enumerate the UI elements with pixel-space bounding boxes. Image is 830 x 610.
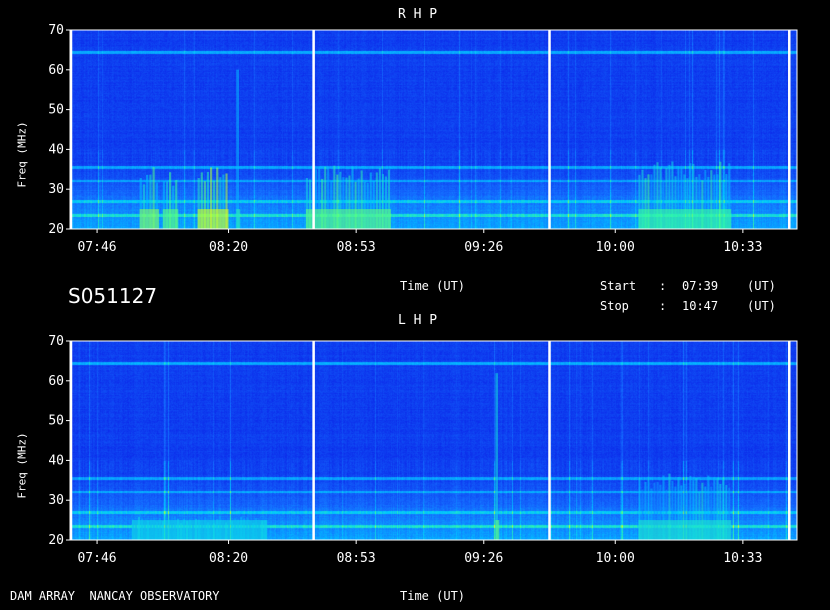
y-tick-label: 30: [48, 493, 64, 508]
stop-time-value: 10:47: [682, 299, 719, 313]
y-tick-label: 60: [48, 374, 64, 389]
x-tick-label: 09:26: [464, 551, 503, 566]
lhp-spectrogram-canvas: [70, 341, 797, 540]
x-tick-label: 10:00: [596, 240, 635, 255]
y-tick-label: 50: [48, 414, 64, 429]
start-label: Start: [600, 279, 637, 293]
start-unit: (UT): [747, 279, 776, 293]
x-tick-label: 10:33: [723, 240, 762, 255]
lhp-y-axis-label: Freq (MHz): [15, 432, 29, 499]
top-time-axis-label: Time (UT): [400, 279, 466, 293]
rhp-spectrogram-canvas: [70, 30, 797, 229]
y-tick-label: 50: [48, 103, 64, 118]
x-tick-label: 08:53: [337, 240, 376, 255]
rhp-y-axis-label: Freq (MHz): [15, 121, 29, 188]
observatory-label: DAM ARRAY NANCAY OBSERVATORY: [10, 589, 220, 603]
x-tick-label: 10:00: [596, 551, 635, 566]
start-colon: :: [659, 279, 667, 293]
y-tick-label: 40: [48, 453, 64, 468]
stop-label: Stop: [600, 299, 629, 313]
y-tick-label: 20: [48, 533, 64, 548]
y-tick-label: 30: [48, 182, 64, 197]
start-time-value: 07:39: [682, 279, 719, 293]
y-tick-label: 70: [48, 23, 64, 38]
x-tick-label: 09:26: [464, 240, 503, 255]
x-tick-label: 08:53: [337, 551, 376, 566]
x-tick-label: 07:46: [77, 240, 116, 255]
rhp-panel-title: R H P: [398, 7, 438, 22]
x-tick-label: 07:46: [77, 551, 116, 566]
stop-colon: :: [659, 299, 667, 313]
bottom-time-axis-label: Time (UT): [400, 589, 466, 603]
x-tick-label: 10:33: [723, 551, 762, 566]
session-id: S051127: [68, 284, 158, 308]
x-tick-label: 08:20: [209, 551, 248, 566]
x-tick-label: 08:20: [209, 240, 248, 255]
lhp-spectrogram: [70, 341, 797, 540]
stop-unit: (UT): [747, 299, 776, 313]
lhp-panel-title: L H P: [398, 313, 438, 328]
y-tick-label: 60: [48, 63, 64, 78]
y-tick-label: 20: [48, 222, 64, 237]
y-tick-label: 40: [48, 142, 64, 157]
y-tick-label: 70: [48, 334, 64, 349]
rhp-spectrogram: [70, 30, 797, 229]
